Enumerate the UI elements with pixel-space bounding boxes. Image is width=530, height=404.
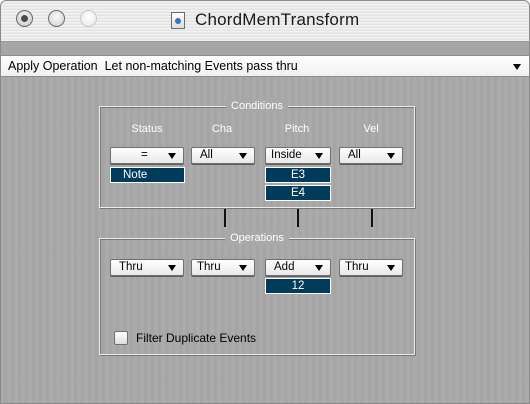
chevron-down-icon xyxy=(168,153,176,159)
status-connector xyxy=(224,209,226,227)
status-condition-value: = xyxy=(141,149,148,161)
pitch-operation-popup[interactable]: Add xyxy=(265,259,331,276)
chevron-down-icon xyxy=(387,153,395,159)
pitch-connector xyxy=(297,209,299,227)
filter-duplicates-checkbox[interactable] xyxy=(114,331,128,345)
pitch-condition-value: Inside xyxy=(271,149,302,161)
status-condition-popup[interactable]: = xyxy=(110,147,184,164)
velocity-operation-value: Thru xyxy=(345,261,369,273)
title-bar[interactable]: ChordMemTransform xyxy=(1,1,529,42)
apply-operation-text: Apply Operation Let non-matching Events … xyxy=(8,59,298,73)
pitch-condition-popup[interactable]: Inside xyxy=(265,147,331,164)
document-proxy-icon[interactable] xyxy=(171,11,185,29)
chevron-down-icon xyxy=(315,265,323,271)
pitch-high-field[interactable]: E4 xyxy=(265,185,331,201)
pitch-column-header: Pitch xyxy=(284,123,310,135)
title-group: ChordMemTransform xyxy=(171,9,359,31)
apply-operation-value: Let non-matching Events pass thru xyxy=(104,59,298,73)
apply-operation-label: Apply Operation xyxy=(8,59,98,73)
pitch-low-field[interactable]: E3 xyxy=(265,167,331,183)
velocity-column-header: Vel xyxy=(363,123,379,135)
window-title: ChordMemTransform xyxy=(195,10,360,29)
chevron-down-icon xyxy=(239,265,247,271)
filter-duplicates-label[interactable]: Filter Duplicate Events xyxy=(136,331,256,345)
minimize-button[interactable] xyxy=(48,10,65,27)
channel-operation-popup[interactable]: Thru xyxy=(191,259,255,276)
channel-column-header: Cha xyxy=(211,123,233,135)
velocity-condition-value: All xyxy=(348,149,361,161)
chevron-down-icon xyxy=(315,153,323,159)
pitch-operation-value: Add xyxy=(274,261,295,273)
conditions-legend: Conditions xyxy=(226,99,288,113)
status-operation-value: Thru xyxy=(119,261,143,273)
chordmem-transform-window: ChordMemTransform Apply Operation Let no… xyxy=(0,0,530,404)
velocity-condition-popup[interactable]: All xyxy=(339,147,403,164)
close-button[interactable] xyxy=(16,10,33,27)
pitch-operation-value-field[interactable]: 12 xyxy=(265,278,331,294)
operations-legend: Operations xyxy=(225,231,289,245)
status-column-header: Status xyxy=(131,123,163,135)
chevron-down-icon xyxy=(387,265,395,271)
velocity-operation-popup[interactable]: Thru xyxy=(339,259,403,276)
chevron-down-icon xyxy=(239,153,247,159)
status-operation-popup[interactable]: Thru xyxy=(110,259,184,276)
chevron-down-icon xyxy=(168,265,176,271)
zoom-button xyxy=(80,10,97,27)
channel-condition-popup[interactable]: All xyxy=(191,147,255,164)
channel-operation-value: Thru xyxy=(197,261,221,273)
status-value-field[interactable]: Note xyxy=(110,167,185,183)
velocity-connector xyxy=(371,209,373,227)
channel-condition-value: All xyxy=(200,149,213,161)
chevron-down-icon xyxy=(513,64,521,70)
apply-operation-popup[interactable]: Apply Operation Let non-matching Events … xyxy=(1,55,529,77)
